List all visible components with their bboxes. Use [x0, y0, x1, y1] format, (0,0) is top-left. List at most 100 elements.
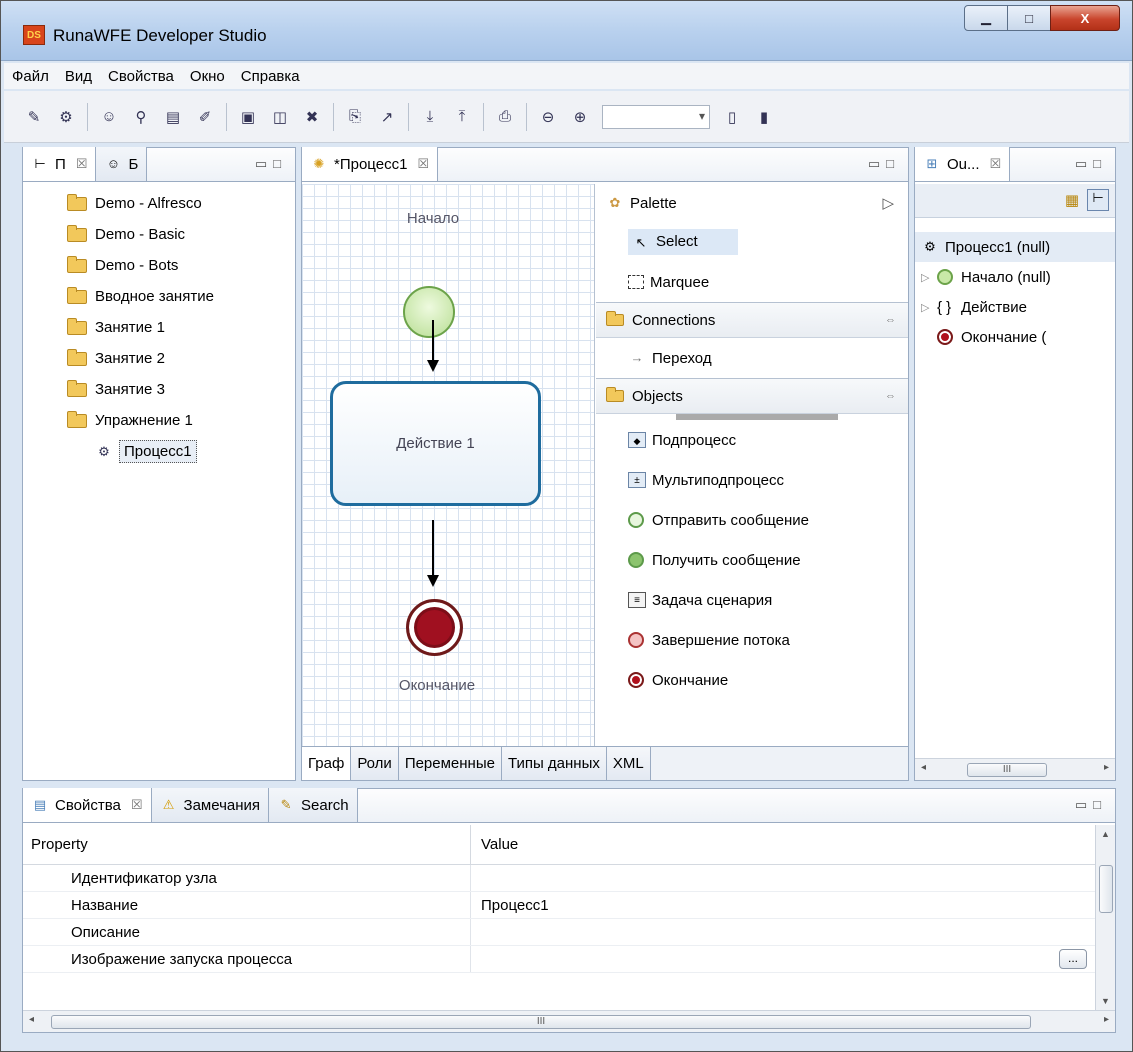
scroll-right-icon[interactable]: ▸	[1104, 1014, 1109, 1025]
scroll-right-icon[interactable]: ▸	[1104, 762, 1109, 773]
zoom-in-icon[interactable]: ⊕	[569, 106, 591, 128]
save-icon[interactable]: ▣	[237, 106, 259, 128]
scroll-thumb[interactable]: III	[967, 763, 1047, 777]
transition-arrow[interactable]	[432, 320, 434, 362]
outline-horizontal-scrollbar[interactable]: ◂ III ▸	[915, 758, 1115, 780]
menu-help[interactable]: Справка	[241, 68, 300, 85]
end-node[interactable]	[406, 599, 463, 656]
paste-icon[interactable]: ▮	[753, 106, 775, 128]
menu-view[interactable]: Вид	[65, 68, 92, 85]
tree-item[interactable]: Занятие 2	[23, 343, 295, 374]
outline-item[interactable]: Окончание (	[915, 322, 1115, 352]
pane-controls[interactable]: ▭□	[1075, 797, 1107, 813]
tab-properties[interactable]: ▤ Свойства ☒	[23, 788, 152, 822]
palette-item[interactable]: Завершение потока	[596, 620, 908, 660]
browse-button[interactable]: ...	[1059, 949, 1087, 969]
bots-icon[interactable]: ⚲	[130, 106, 152, 128]
export-icon[interactable]: ↗	[376, 106, 398, 128]
tree-item[interactable]: Упражнение 1	[23, 405, 295, 436]
table-row[interactable]: Идентификатор узла	[23, 865, 1095, 892]
save-all-icon[interactable]: ◫	[269, 106, 291, 128]
new-process-icon[interactable]: ⚙	[55, 106, 77, 128]
palette-tool-select[interactable]: ↖ Select	[596, 222, 908, 262]
diagram-canvas[interactable]: Начало Действие 1 Окончание	[302, 184, 595, 746]
import-icon[interactable]: ⤓	[419, 106, 441, 128]
menu-properties[interactable]: Свойства	[108, 68, 174, 85]
column-header-value[interactable]: Value	[471, 825, 1095, 864]
palette-item[interactable]: Отправить сообщение	[596, 500, 908, 540]
delete-icon[interactable]: ✖	[301, 106, 323, 128]
pane-controls[interactable]: ▭□	[868, 156, 900, 172]
properties-horizontal-scrollbar[interactable]: ◂ III ▸	[23, 1010, 1115, 1032]
maximize-button[interactable]: □	[1007, 5, 1051, 31]
expand-icon[interactable]: ▷	[921, 301, 937, 314]
properties-vertical-scrollbar[interactable]: ▲ ▼	[1095, 825, 1115, 1010]
tab-search[interactable]: ✎ Search	[269, 788, 358, 822]
outline-root[interactable]: ⚙ Процесс1 (null)	[915, 232, 1115, 262]
palette-item[interactable]: ± Мультиподпроцесс	[596, 460, 908, 500]
close-button[interactable]: X	[1050, 5, 1120, 31]
palette-section-objects[interactable]: Objects ⇔	[596, 378, 908, 414]
palette-item-transition[interactable]: → Переход	[596, 338, 908, 378]
palette-section-connections[interactable]: Connections ⇔	[596, 302, 908, 338]
property-value[interactable]	[471, 919, 1095, 945]
outline-diagram-icon[interactable]: ▦	[1065, 191, 1079, 209]
tree-item[interactable]: Demo - Alfresco	[23, 188, 295, 219]
tab-projects[interactable]: ⊢ П ☒	[23, 147, 97, 181]
property-value[interactable]	[471, 865, 1095, 891]
new-project-icon[interactable]: ✎	[23, 106, 45, 128]
tree-item[interactable]: Занятие 3	[23, 374, 295, 405]
copy-doc-icon[interactable]: ▯	[721, 106, 743, 128]
palette-tool-marquee[interactable]: Marquee	[596, 262, 908, 302]
scroll-left-icon[interactable]: ◂	[29, 1014, 34, 1025]
outline-item[interactable]: ▷ { } Действие	[915, 292, 1115, 322]
collapse-palette-icon[interactable]: ▷	[882, 194, 894, 212]
scroll-left-icon[interactable]: ◂	[921, 762, 926, 773]
property-value[interactable]: Процесс1	[471, 892, 1095, 918]
outline-tree-icon[interactable]: ⊢	[1087, 189, 1109, 211]
transition-arrow[interactable]	[432, 520, 434, 575]
tab-xml[interactable]: XML	[606, 747, 651, 780]
tab-roles[interactable]: Роли	[351, 747, 399, 780]
section-toggle-icon[interactable]: ⇔	[885, 390, 896, 402]
tab-bots[interactable]: ☺ Б	[96, 147, 148, 181]
close-tab-icon[interactable]: ☒	[131, 797, 143, 813]
palette-header[interactable]: ✿ Palette ▷	[596, 184, 908, 222]
property-value[interactable]: ...	[471, 946, 1095, 972]
tree-item[interactable]: Demo - Bots	[23, 250, 295, 281]
copy-icon[interactable]: ⎘	[344, 106, 366, 128]
zoom-out-icon[interactable]: ⊖	[537, 106, 559, 128]
tree-item-process[interactable]: ⚙ Процесс1	[23, 436, 295, 467]
dialog-icon[interactable]: ▤	[162, 106, 184, 128]
pane-controls[interactable]: ▭□	[255, 156, 287, 172]
tab-graph[interactable]: Граф	[302, 747, 352, 780]
tab-process-editor[interactable]: ✺ *Процесс1 ☒	[302, 147, 439, 181]
scroll-up-icon[interactable]: ▲	[1101, 829, 1110, 839]
tab-variables[interactable]: Переменные	[398, 747, 502, 780]
action-node[interactable]: Действие 1	[330, 381, 541, 506]
palette-item[interactable]: Окончание	[596, 660, 908, 700]
start-node[interactable]	[403, 286, 455, 338]
table-row[interactable]: Название Процесс1	[23, 892, 1095, 919]
upload-icon[interactable]: ⤒	[451, 106, 473, 128]
close-tab-icon[interactable]: ☒	[417, 156, 429, 172]
tree-item[interactable]: Вводное занятие	[23, 281, 295, 312]
table-row[interactable]: Изображение запуска процесса ...	[23, 946, 1095, 973]
scroll-thumb[interactable]: III	[51, 1015, 1031, 1029]
minimize-button[interactable]: ▁	[964, 5, 1008, 31]
menu-file[interactable]: Файл	[12, 68, 49, 85]
section-toggle-icon[interactable]: ⇔	[885, 314, 896, 326]
palette-item[interactable]: ◆ Подпроцесс	[596, 420, 908, 460]
print-icon[interactable]: ⎙	[494, 106, 516, 128]
scroll-down-icon[interactable]: ▼	[1101, 996, 1110, 1006]
close-tab-icon[interactable]: ☒	[990, 156, 1002, 172]
tab-warnings[interactable]: ⚠ Замечания	[151, 788, 270, 822]
expand-icon[interactable]: ▷	[921, 271, 937, 284]
swimlanes-icon[interactable]: ☺	[98, 106, 120, 128]
close-tab-icon[interactable]: ☒	[76, 156, 88, 172]
palette-item[interactable]: ≡ Задача сценария	[596, 580, 908, 620]
table-row[interactable]: Описание	[23, 919, 1095, 946]
menu-window[interactable]: Окно	[190, 68, 225, 85]
column-header-property[interactable]: Property	[23, 825, 471, 864]
tab-outline[interactable]: ⊞ Ou... ☒	[915, 147, 1011, 181]
